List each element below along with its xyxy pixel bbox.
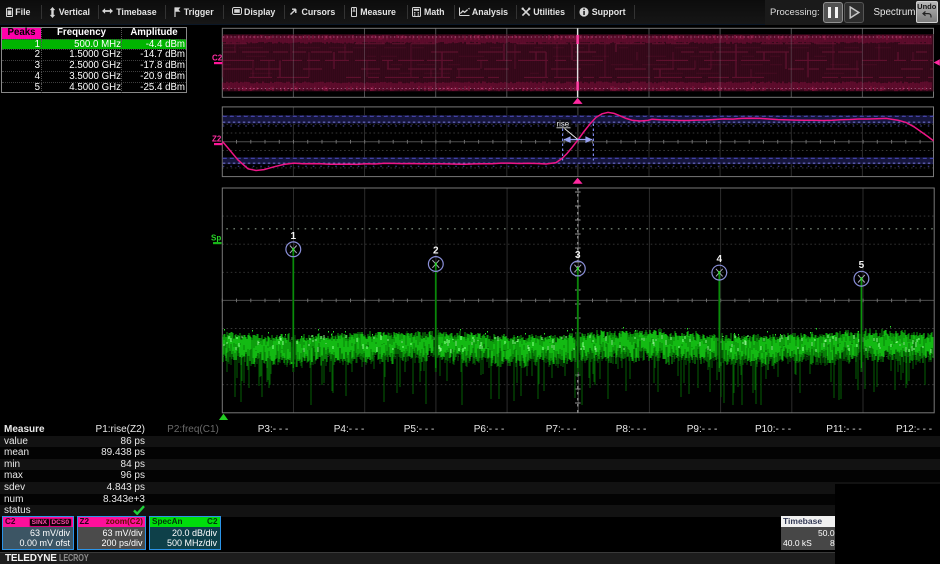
svg-text:Z2: Z2 bbox=[212, 135, 222, 144]
svg-text:3: 3 bbox=[575, 250, 581, 261]
svg-text:5: 5 bbox=[859, 260, 865, 271]
svg-text:2: 2 bbox=[433, 246, 439, 257]
svg-text:C2: C2 bbox=[212, 54, 223, 63]
svg-text:rise: rise bbox=[557, 119, 570, 128]
svg-text:Sp: Sp bbox=[211, 234, 221, 243]
svg-text:1: 1 bbox=[291, 231, 297, 242]
svg-text:4: 4 bbox=[717, 254, 723, 265]
